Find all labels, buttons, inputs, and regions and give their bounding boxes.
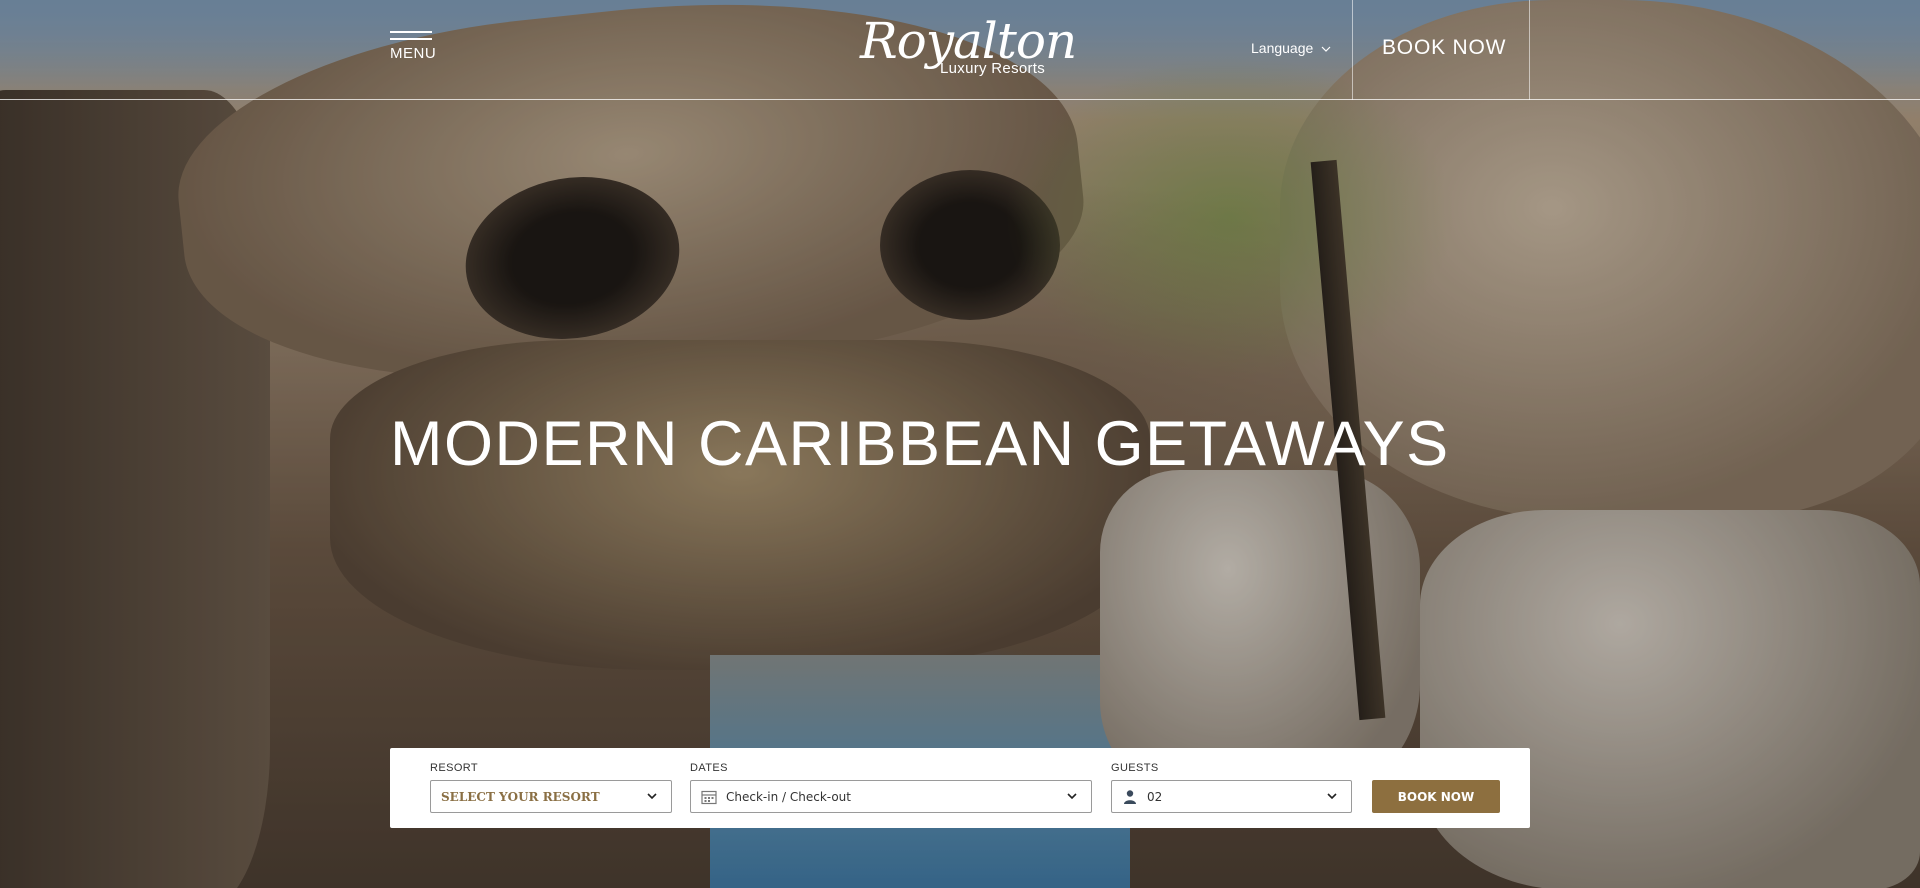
menu-label: MENU (390, 45, 437, 62)
calendar-icon (701, 790, 717, 805)
hamburger-icon-line (390, 38, 432, 40)
header-book-now-button[interactable]: BOOK NOW (1382, 36, 1506, 60)
logo-wordmark: Royalton (860, 12, 1077, 70)
chevron-down-icon (1327, 793, 1337, 800)
resort-value: SELECT YOUR RESORT (441, 790, 600, 804)
header-divider (1352, 0, 1353, 100)
menu-button[interactable]: MENU (390, 31, 437, 75)
guests-label: GUESTS (1111, 762, 1159, 774)
resort-select[interactable]: SELECT YOUR RESORT (430, 780, 672, 813)
dates-value: Check-in / Check-out (726, 790, 851, 804)
header-divider (1529, 0, 1530, 100)
resort-label: RESORT (430, 762, 479, 774)
chevron-down-icon (1067, 793, 1077, 800)
chevron-down-icon (1321, 46, 1331, 52)
dates-picker[interactable]: Check-in / Check-out (690, 780, 1092, 813)
site-header: MENU Royalton Luxury Resorts Language BO… (0, 0, 1920, 100)
user-icon (1124, 790, 1136, 804)
dates-label: DATES (690, 762, 728, 774)
logo-tagline: Luxury Resorts (940, 60, 1046, 77)
guests-select[interactable]: 02 (1111, 780, 1352, 813)
booking-widget: RESORT SELECT YOUR RESORT DATES Check-in… (390, 748, 1530, 828)
royalton-logo[interactable]: Royalton Luxury Resorts (860, 12, 1077, 77)
guests-value: 02 (1147, 790, 1163, 804)
hero-headline: MODERN CARIBBEAN GETAWAYS (390, 409, 1450, 479)
language-label: Language (1251, 40, 1314, 56)
hamburger-icon-line (390, 31, 432, 33)
book-now-button[interactable]: BOOK NOW (1372, 780, 1500, 813)
chevron-down-icon (647, 793, 657, 800)
language-selector[interactable]: Language (1251, 40, 1331, 56)
